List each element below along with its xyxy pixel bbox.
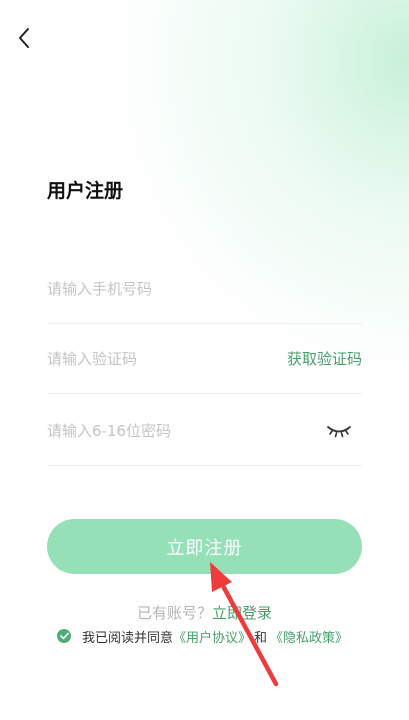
get-code-button[interactable]: 获取验证码 <box>287 324 362 393</box>
password-input[interactable] <box>47 396 307 465</box>
red-arrow-icon <box>210 562 279 687</box>
login-link[interactable]: 立即登录 <box>212 604 272 622</box>
login-question: 已有账号？ <box>136 604 212 622</box>
agreement-prefix: 我已阅读并同意 <box>82 630 174 646</box>
password-field <box>47 396 362 466</box>
privacy-policy-link[interactable]: 《隐私政策》 <box>270 627 348 646</box>
phone-input[interactable] <box>47 254 362 323</box>
code-field: 获取验证码 <box>47 324 362 394</box>
code-input[interactable] <box>47 324 267 393</box>
chevron-left-icon <box>19 28 29 48</box>
user-agreement-link[interactable]: 《用户协议》 <box>173 627 251 646</box>
check-icon <box>59 632 69 640</box>
phone-field <box>47 254 362 324</box>
back-button[interactable] <box>10 24 38 52</box>
page-title: 用户注册 <box>47 180 124 202</box>
agreement-row: 我已阅读并同意 《用户协议》 和 《隐私政策》 <box>57 626 348 646</box>
register-button[interactable]: 立即注册 <box>47 519 362 574</box>
login-prompt: 已有账号？立即登录 <box>0 602 409 623</box>
agreement-checkbox[interactable] <box>57 629 71 643</box>
agreement-conjunction: 和 <box>254 630 268 646</box>
password-visibility-toggle[interactable] <box>326 420 352 440</box>
eye-closed-icon <box>327 426 351 438</box>
